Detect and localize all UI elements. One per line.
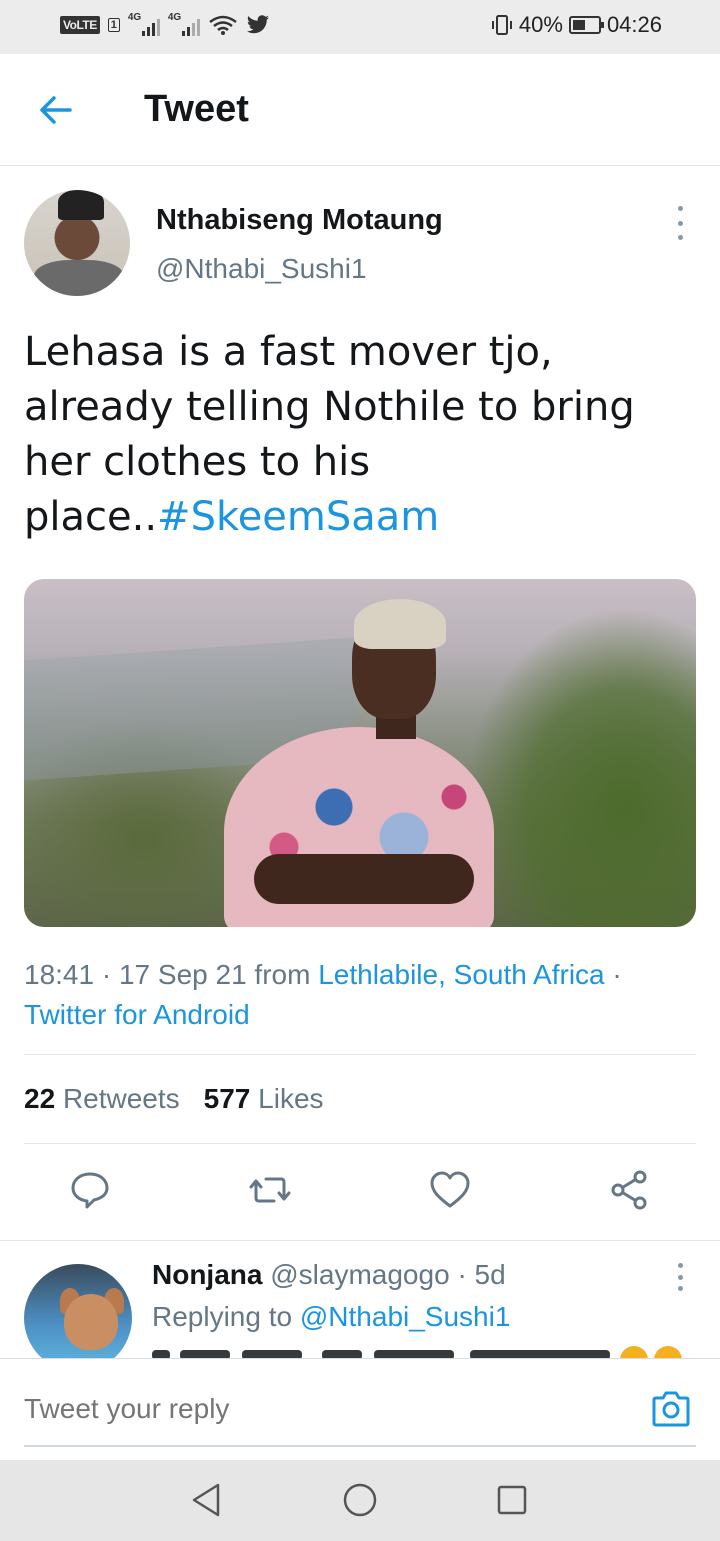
system-navbar [0,1460,720,1541]
author-name[interactable]: Nthabiseng Motaung [156,204,443,237]
twitter-bird-icon [246,15,269,34]
arrow-left-icon [40,96,72,124]
share-button[interactable] [608,1168,652,1212]
replying-label: Replying to [152,1301,293,1332]
heart-icon [430,1171,470,1208]
reply-input[interactable] [24,1379,584,1439]
camera-button[interactable] [650,1389,692,1429]
replying-to: Replying to @Nthabi_Sushi1 [152,1301,510,1333]
reply-separator: · [457,1259,467,1290]
reply-text-clipped [152,1346,692,1358]
reply-avatar[interactable] [24,1264,132,1372]
reply-author-name[interactable]: Nonjana [152,1259,262,1290]
tweet-actions [0,1160,720,1224]
retweet-button[interactable] [248,1168,292,1212]
reply-button[interactable] [68,1168,112,1212]
tweet-meta: 18:41 · 17 Sep 21 from Lethlabile, South… [24,955,696,1035]
likes-count: 577 [203,1083,251,1114]
comment-icon [71,1172,109,1209]
wifi-icon [209,15,237,35]
location-link[interactable]: Lethlabile, South Africa [318,959,604,990]
divider-2 [24,1143,696,1144]
from-label: from [254,959,311,990]
likes-label: Likes [258,1083,324,1114]
status-bar: VoLTE 1 4G 4G 40% 04:26 [0,0,720,54]
reply-header: Nonjana @slaymagogo · 5d [152,1259,506,1291]
tweet-stats: 22 Retweets 577 Likes [24,1083,324,1115]
camera-icon [652,1391,690,1427]
sim-badge: 1 [107,18,120,32]
nav-home-button[interactable] [340,1480,380,1520]
tweet-text: Lehasa is a fast mover tjo, already tell… [24,325,694,545]
app-header: Tweet [0,54,720,166]
reply-author-handle[interactable]: @slaymagogo [270,1259,449,1290]
square-recents-icon [497,1485,527,1515]
retweets-label: Retweets [62,1083,180,1114]
volte-badge: VoLTE [60,16,100,34]
more-options-button[interactable] [670,206,690,240]
battery-icon [568,16,604,34]
retweets-count: 22 [24,1083,56,1114]
meta-separator-2: · [612,959,622,990]
tweet-date: 17 Sep 21 [118,959,247,990]
likes-stat[interactable]: 577 Likes [204,1083,324,1115]
emoji-icon-2 [654,1346,682,1358]
client-link[interactable]: Twitter for Android [24,999,250,1030]
divider [24,1054,696,1055]
like-button[interactable] [428,1168,472,1212]
input-underline [24,1445,696,1447]
nav-back-button[interactable] [186,1480,226,1520]
share-icon [611,1170,647,1210]
battery-percent: 40% [518,12,563,37]
back-button[interactable] [36,90,76,130]
page-title: Tweet [144,88,249,130]
reply-composer [0,1358,720,1460]
meta-separator: · [101,959,112,990]
retweet-icon [249,1177,291,1203]
reply-age: 5d [474,1259,506,1290]
reply-more-button[interactable] [670,1263,690,1291]
signal-icon: 4G [127,12,160,36]
network-label-2: 4G [167,12,182,23]
section-divider [0,1240,720,1241]
emoji-icon [620,1346,648,1358]
replying-handle[interactable]: @Nthabi_Sushi1 [300,1301,511,1332]
tweet-time: 18:41 [24,959,95,990]
status-left: VoLTE 1 4G 4G [60,12,270,36]
tweet-image[interactable] [24,579,696,927]
signal-icon-2: 4G [167,12,200,36]
vibrate-icon [491,15,512,35]
clock: 04:26 [606,12,662,37]
status-right: 40% 04:26 [491,12,662,38]
circle-home-icon [343,1483,377,1517]
author-handle[interactable]: @Nthabi_Sushi1 [156,253,367,285]
retweets-stat[interactable]: 22 Retweets [24,1083,180,1115]
hashtag-link[interactable]: #SkeemSaam [157,494,439,540]
author-avatar[interactable] [24,190,130,296]
triangle-back-icon [192,1483,220,1517]
nav-recents-button[interactable] [492,1480,532,1520]
network-label: 4G [127,12,142,23]
